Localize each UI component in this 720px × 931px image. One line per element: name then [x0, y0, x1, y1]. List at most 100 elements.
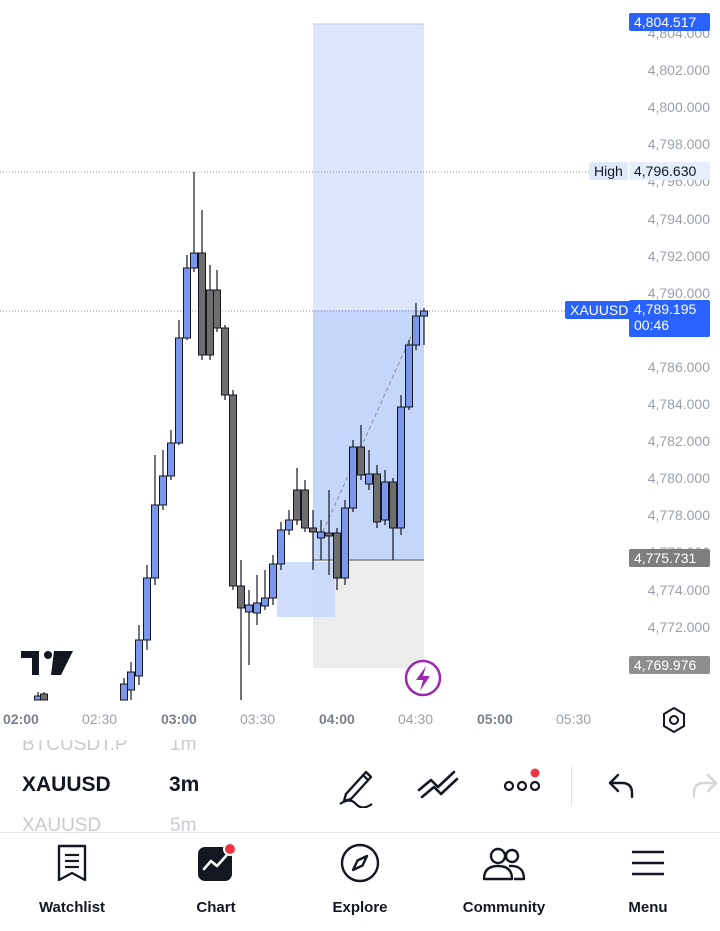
nav-label: Chart [196, 899, 236, 916]
nav-label: Watchlist [38, 899, 106, 916]
tradingview-logo [21, 651, 73, 675]
candle-body [127, 671, 135, 691]
candle-body [253, 602, 261, 614]
pen-icon[interactable] [336, 764, 376, 808]
price-axis-label: 4,772.000 [647, 618, 710, 635]
price-axis-label: 4,790.000 [647, 284, 710, 301]
high-value: 4,796.630 [629, 162, 710, 180]
time-axis-label: 04:00 [319, 711, 355, 727]
time-axis-label: 05:30 [556, 711, 592, 727]
countdown: 00:46 [634, 317, 670, 333]
candle-body [397, 406, 405, 529]
candle-body [405, 344, 413, 408]
candle-body [135, 639, 143, 677]
chart-icon [198, 842, 237, 881]
price-axis-label: 4,780.000 [647, 470, 710, 487]
last-price: 4,789.195 [634, 301, 697, 317]
time-axis-label: 02:30 [82, 711, 118, 727]
next-interval[interactable]: 5m [170, 815, 196, 832]
nav-watchlist[interactable]: Watchlist [0, 833, 144, 931]
position-entry-zone [277, 562, 335, 617]
time-axis-label: 03:00 [161, 711, 197, 727]
candle-body [120, 683, 128, 701]
redo-icon[interactable] [690, 772, 720, 800]
candle-body [190, 252, 198, 269]
more-tools-icon[interactable] [502, 766, 546, 800]
nav-label: Community [462, 899, 546, 916]
bolt-icon[interactable] [404, 659, 442, 697]
compass-icon [340, 843, 380, 883]
candle-body [40, 693, 48, 701]
stop-price-tag: 4,775.731 [629, 549, 710, 567]
prev-interval[interactable]: 1m [170, 740, 196, 756]
nav-label: Menu [628, 899, 668, 916]
candle-body [325, 532, 333, 537]
candle-body [143, 577, 151, 641]
watchlist-icon [57, 844, 87, 882]
undo-icon[interactable] [606, 772, 636, 800]
prev-symbol[interactable]: BTCUSDT.P [22, 740, 128, 756]
nav-label: Explore [332, 899, 388, 916]
chart-settings-icon[interactable] [663, 706, 685, 734]
candle-body [389, 481, 397, 529]
community-icon [482, 847, 526, 881]
symbol-interval-bar[interactable]: BTCUSDT.P 1m XAUUSD 3m XAUUSD 5m [0, 740, 720, 833]
candle-body [229, 394, 237, 587]
current-interval[interactable]: 3m [169, 773, 199, 797]
candle-body [245, 604, 253, 613]
candle-body [175, 337, 183, 444]
nav-chart[interactable]: Chart [144, 833, 288, 931]
candle-body [317, 531, 325, 539]
candle-body [269, 563, 277, 599]
candle-body [159, 475, 167, 506]
toolbar-divider [571, 766, 572, 806]
candle-body [357, 446, 365, 476]
time-axis-label: 03:30 [240, 711, 276, 727]
price-axis-label: 4,784.000 [647, 396, 710, 412]
target-low-tag: 4,769.976 [629, 656, 710, 674]
candle-body [365, 473, 373, 485]
nav-explore[interactable]: Explore [288, 833, 432, 931]
candle-body [341, 507, 349, 579]
candle-body [285, 519, 293, 531]
candle-body [373, 473, 381, 523]
candle-body [420, 310, 428, 317]
price-axis-label: 4,802.000 [647, 62, 710, 79]
chart-area[interactable]: 4,804.000 4,802.000 4,800.000 4,798.000 4,79… [0, 0, 720, 740]
candle-body [412, 315, 420, 346]
next-symbol[interactable]: XAUUSD [22, 815, 101, 832]
trend-lines-icon[interactable] [416, 768, 460, 802]
nav-menu[interactable]: Menu [576, 833, 720, 931]
candle-body [167, 442, 175, 477]
symbol-price-tag: XAUUSD [565, 301, 634, 319]
bottom-navigation: Watchlist Chart Explore Community Menu [0, 833, 720, 931]
candle-body [237, 585, 245, 609]
position-target-zone[interactable] [313, 24, 424, 310]
price-axis-label: 4,778.000 [647, 507, 710, 524]
candle-body [381, 481, 389, 521]
last-price-tag: 4,789.195 00:46 [629, 300, 710, 337]
candle-body [309, 527, 317, 533]
price-axis-label: 4,786.000 [647, 358, 710, 375]
price-axis-label: 4,774.000 [647, 581, 710, 598]
candle-body [333, 532, 341, 579]
price-axis-label: 4,792.000 [647, 247, 710, 264]
candle-body [183, 267, 191, 339]
nav-community[interactable]: Community [432, 833, 576, 931]
candle-body [349, 446, 357, 509]
price-axis-label: 4,782.000 [647, 433, 710, 450]
candle-body [198, 252, 206, 356]
candle-body [206, 289, 214, 356]
candle-body [151, 504, 159, 579]
high-label: High [589, 162, 628, 180]
candle-body [213, 289, 221, 329]
chart-canvas[interactable] [0, 0, 720, 740]
current-symbol[interactable]: XAUUSD [22, 773, 111, 797]
candle-body [301, 489, 309, 529]
time-axis-label: 04:30 [398, 711, 434, 727]
menu-icon [632, 850, 664, 876]
time-axis-label: 05:00 [477, 711, 513, 727]
candle-body [277, 529, 285, 565]
top-price-tag: 4,804.517 [629, 13, 710, 31]
price-axis-label: 4,800.000 [647, 99, 710, 116]
